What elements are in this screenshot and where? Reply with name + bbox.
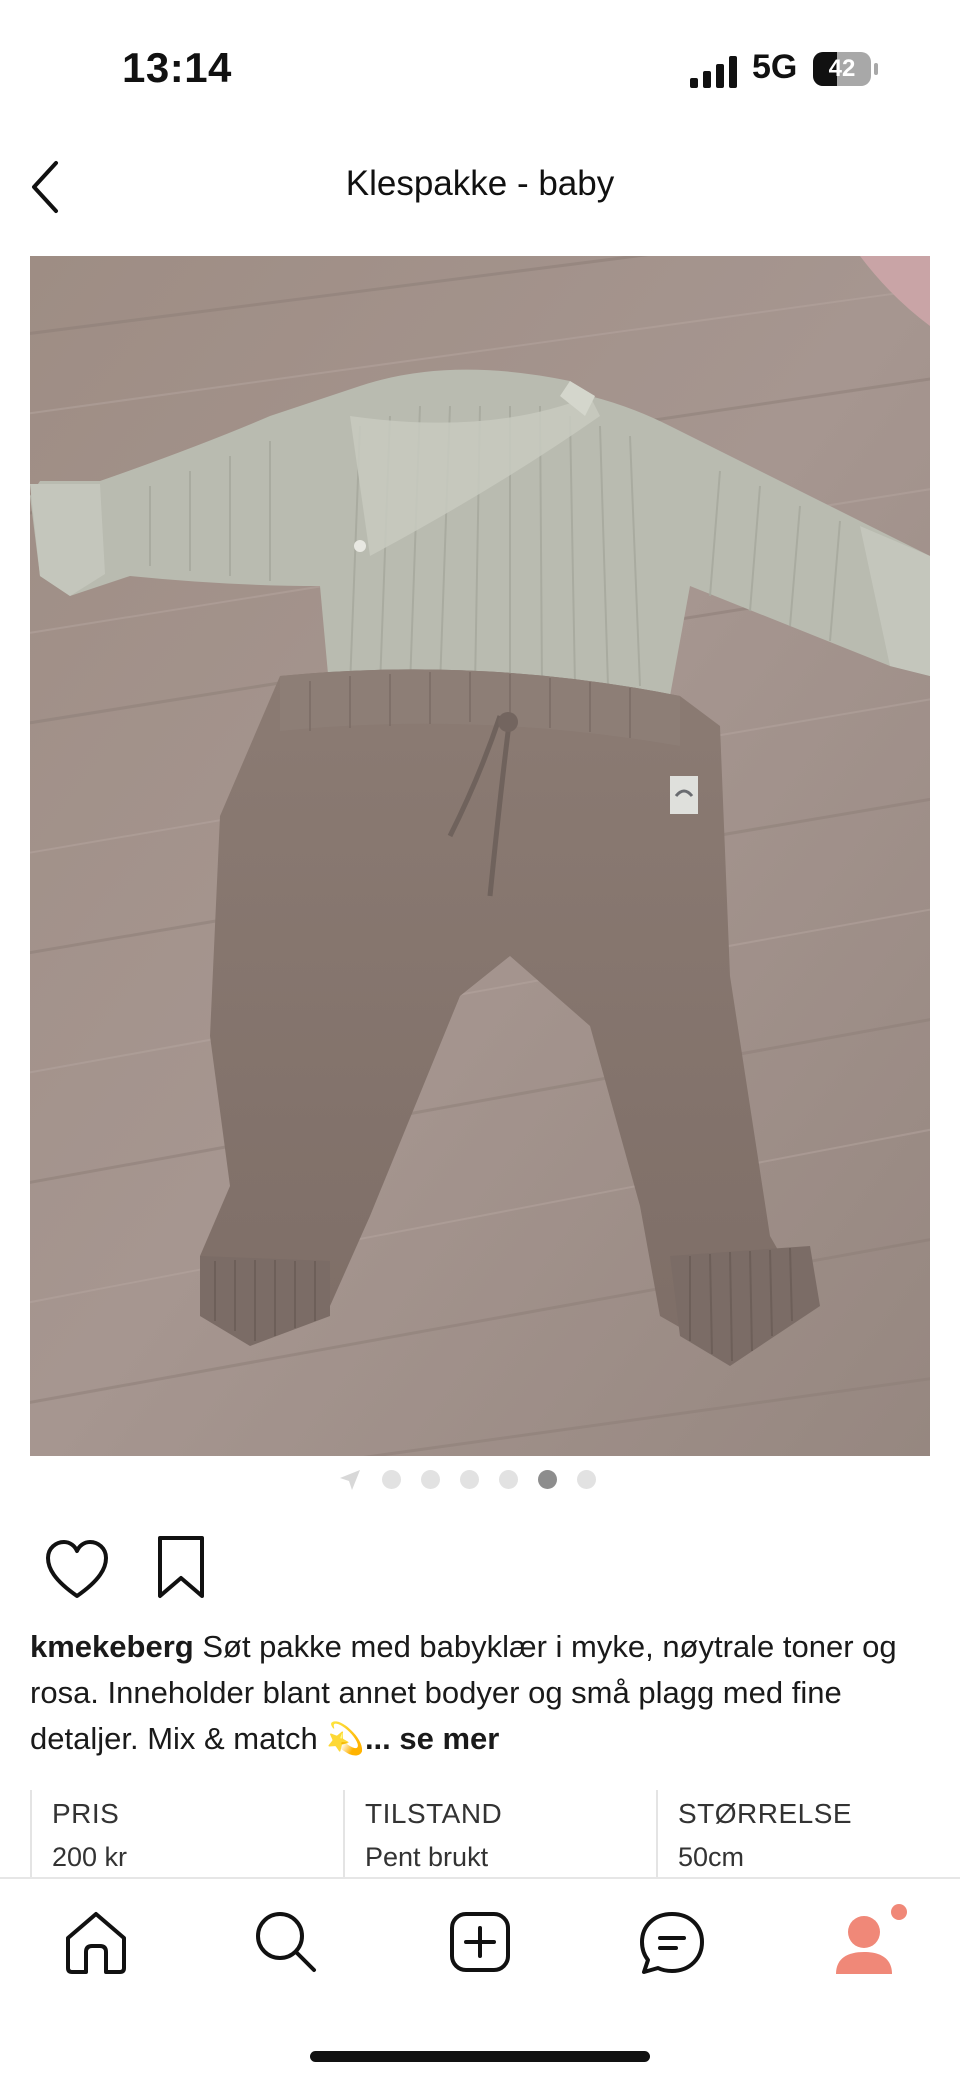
product-photo[interactable] — [30, 256, 930, 1456]
nav-header: Klespakke - baby — [0, 140, 960, 250]
carousel-dot[interactable] — [460, 1470, 479, 1489]
detail-size: STØRRELSE 50cm — [656, 1790, 948, 1878]
carousel-dot[interactable] — [577, 1470, 596, 1489]
detail-price: PRIS 200 kr — [30, 1790, 342, 1878]
divider — [0, 1877, 960, 1879]
tab-messages[interactable] — [632, 1902, 712, 1982]
heart-icon — [46, 1540, 108, 1598]
detail-label: PRIS — [52, 1798, 120, 1829]
bottom-nav — [0, 1880, 960, 2030]
page-title: Klespakke - baby — [345, 164, 615, 203]
bookmark-icon — [158, 1536, 204, 1598]
notification-dot — [891, 1904, 907, 1920]
tab-search[interactable] — [246, 1902, 326, 1982]
detail-label: STØRRELSE — [678, 1798, 853, 1829]
details-grid: PRIS 200 kr TILSTAND Pent brukt STØRRELS… — [30, 1790, 960, 1878]
product-image — [30, 256, 930, 1456]
carousel-indicator — [0, 1462, 960, 1492]
tab-profile[interactable] — [824, 1902, 914, 1982]
detail-label: TILSTAND — [365, 1798, 503, 1829]
add-icon — [450, 1912, 510, 1972]
signal-icon — [690, 56, 737, 88]
home-icon — [66, 1912, 126, 1974]
battery-level: 42 — [828, 55, 856, 82]
detail-value: 50cm — [678, 1842, 745, 1872]
tab-add[interactable] — [440, 1902, 520, 1982]
caption: kmekeberg Søt pakke med babyklær i myke,… — [30, 1624, 940, 1762]
tab-home[interactable] — [56, 1902, 136, 1982]
search-icon — [256, 1912, 316, 1972]
like-button[interactable] — [44, 1538, 110, 1602]
detail-value: Pent brukt — [365, 1842, 489, 1872]
status-time: 13:14 — [122, 44, 232, 91]
status-bar: 13:14 5G 42 — [0, 0, 960, 140]
save-button[interactable] — [154, 1534, 208, 1600]
profile-icon — [836, 1904, 907, 1974]
carousel-dot-active[interactable] — [538, 1470, 557, 1489]
carousel-dot[interactable] — [382, 1470, 401, 1489]
battery-icon: 42 — [813, 52, 879, 86]
messages-icon — [640, 1912, 704, 1974]
carousel-dot[interactable] — [421, 1470, 440, 1489]
username[interactable]: kmekeberg — [30, 1629, 194, 1664]
see-more-link[interactable]: ... se mer — [365, 1721, 499, 1756]
network-type: 5G — [752, 48, 798, 86]
action-bar — [0, 1520, 960, 1610]
detail-value: 200 kr — [52, 1842, 128, 1872]
home-indicator — [310, 2051, 650, 2062]
location-arrow-icon — [340, 1470, 360, 1490]
detail-condition: TILSTAND Pent brukt — [343, 1790, 655, 1878]
carousel-dot[interactable] — [499, 1470, 518, 1489]
